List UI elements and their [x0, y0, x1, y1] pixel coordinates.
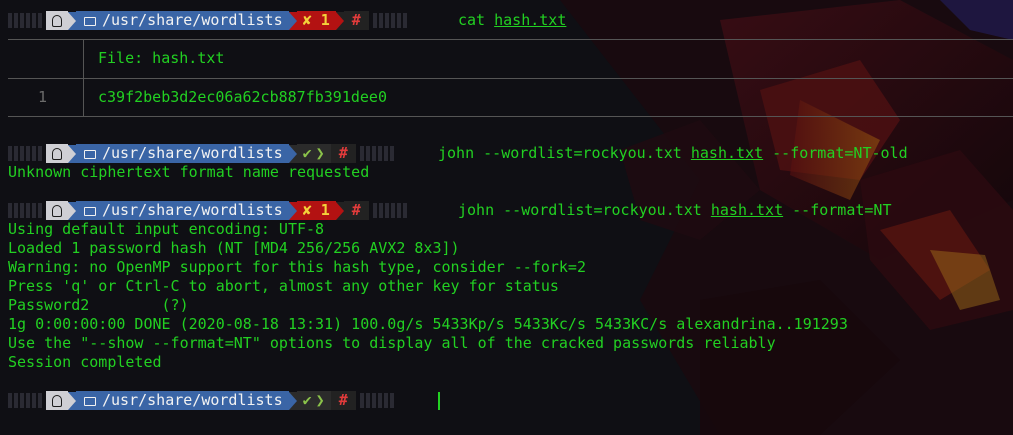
table-border: [8, 39, 1013, 40]
segment-separator: [68, 11, 76, 30]
path-text: /usr/share/wordlists: [102, 201, 283, 219]
linux-icon: [52, 14, 62, 27]
os-segment: [46, 201, 68, 220]
command-arg: hash.txt: [690, 144, 764, 162]
prompt-stripes: [8, 203, 42, 218]
status-segment: ✔ ❯: [296, 144, 331, 163]
command-line: john --wordlist=rockyou.txt hash.txt --f…: [438, 144, 908, 163]
file-content-line: c39f2beb3d2ec06a62cb887fb391dee0: [98, 88, 387, 106]
exit-code: 1: [320, 11, 330, 29]
root-mark: #: [338, 144, 348, 162]
chevron-right-icon: ❯: [315, 391, 325, 409]
root-mark: #: [351, 201, 361, 219]
root-segment: #: [330, 144, 356, 163]
status-segment: ✘ 1: [296, 11, 336, 30]
ok-mark-icon: ✔: [302, 144, 312, 162]
prompt-stripes: [372, 203, 407, 218]
path-text: /usr/share/wordlists: [102, 391, 283, 409]
linux-icon: [52, 204, 62, 217]
root-segment: #: [343, 201, 369, 220]
command-arg: hash.txt: [710, 201, 784, 219]
segment-separator: [68, 391, 76, 410]
path-segment: /usr/share/wordlists: [76, 391, 289, 410]
table-border: [8, 116, 1013, 117]
os-segment: [46, 11, 68, 30]
output-line: Loaded 1 password hash (NT [MD4 256/256 …: [8, 239, 460, 257]
path-text: /usr/share/wordlists: [102, 11, 283, 29]
table-border: [8, 78, 1013, 79]
segment-separator: [335, 201, 344, 220]
command-text: john --wordlist=rockyou.txt: [438, 144, 691, 162]
root-segment: #: [330, 391, 356, 410]
text-cursor[interactable]: [438, 392, 440, 410]
prompt-stripes: [359, 393, 394, 408]
output-line: Password2 (?): [8, 296, 189, 314]
prompt-stripes: [372, 13, 407, 28]
command-text: john --wordlist=rockyou.txt: [458, 201, 711, 219]
shell-prompt: /usr/share/wordlists ✘ 1 #: [8, 201, 407, 220]
folder-icon: [84, 207, 96, 216]
command-text: --format=NT: [783, 201, 892, 219]
segment-separator: [68, 144, 76, 163]
output-line: Unknown ciphertext format name requested: [8, 163, 370, 181]
path-segment: /usr/share/wordlists: [76, 11, 289, 30]
prompt-stripes: [8, 146, 42, 161]
command-text: --format=NT-old: [763, 144, 908, 162]
output-line: Press 'q' or Ctrl-C to abort, almost any…: [8, 277, 559, 295]
os-segment: [46, 144, 68, 163]
status-segment: ✔ ❯: [296, 391, 331, 410]
folder-icon: [84, 150, 96, 159]
path-segment: /usr/share/wordlists: [76, 144, 289, 163]
shell-prompt: /usr/share/wordlists ✔ ❯ #: [8, 144, 394, 163]
shell-prompt: /usr/share/wordlists ✘ 1 #: [8, 11, 407, 30]
command-line: john --wordlist=rockyou.txt hash.txt --f…: [458, 201, 892, 220]
exit-code: 1: [320, 201, 330, 219]
segment-separator: [335, 11, 344, 30]
output-line: Using default input encoding: UTF-8: [8, 220, 325, 238]
root-mark: #: [351, 11, 361, 29]
command-text: cat: [458, 11, 486, 29]
prompt-stripes: [359, 146, 394, 161]
output-line: Use the "--show --format=NT" options to …: [8, 334, 776, 352]
folder-icon: [84, 17, 96, 26]
command-line: cat hash.txt: [458, 11, 566, 30]
root-segment: #: [343, 11, 369, 30]
error-mark-icon: ✘: [302, 11, 312, 29]
linux-icon: [52, 147, 62, 160]
root-mark: #: [338, 391, 348, 409]
segment-separator: [288, 201, 297, 220]
status-segment: ✘ 1: [296, 201, 336, 220]
segment-separator: [288, 11, 297, 30]
linux-icon: [52, 394, 62, 407]
output-line: Session completed: [8, 353, 162, 371]
prompt-stripes: [8, 393, 42, 408]
shell-prompt: /usr/share/wordlists ✔ ❯ #: [8, 391, 394, 410]
output-line: Warning: no OpenMP support for this hash…: [8, 258, 586, 276]
os-segment: [46, 391, 68, 410]
segment-separator: [288, 391, 297, 410]
file-label: File: hash.txt: [98, 49, 225, 67]
segment-separator: [288, 144, 297, 163]
terminal[interactable]: /usr/share/wordlists ✘ 1 # cat hash.txt …: [0, 0, 1013, 435]
prompt-stripes: [8, 13, 42, 28]
error-mark-icon: ✘: [302, 201, 312, 219]
command-arg: hash.txt: [494, 11, 567, 29]
output-line: 1g 0:00:00:00 DONE (2020-08-18 13:31) 10…: [8, 315, 848, 333]
segment-separator: [68, 201, 76, 220]
folder-icon: [84, 397, 96, 406]
chevron-right-icon: ❯: [315, 144, 325, 162]
path-text: /usr/share/wordlists: [102, 144, 283, 162]
path-segment: /usr/share/wordlists: [76, 201, 289, 220]
line-number: 1: [38, 88, 48, 106]
ok-mark-icon: ✔: [302, 391, 312, 409]
